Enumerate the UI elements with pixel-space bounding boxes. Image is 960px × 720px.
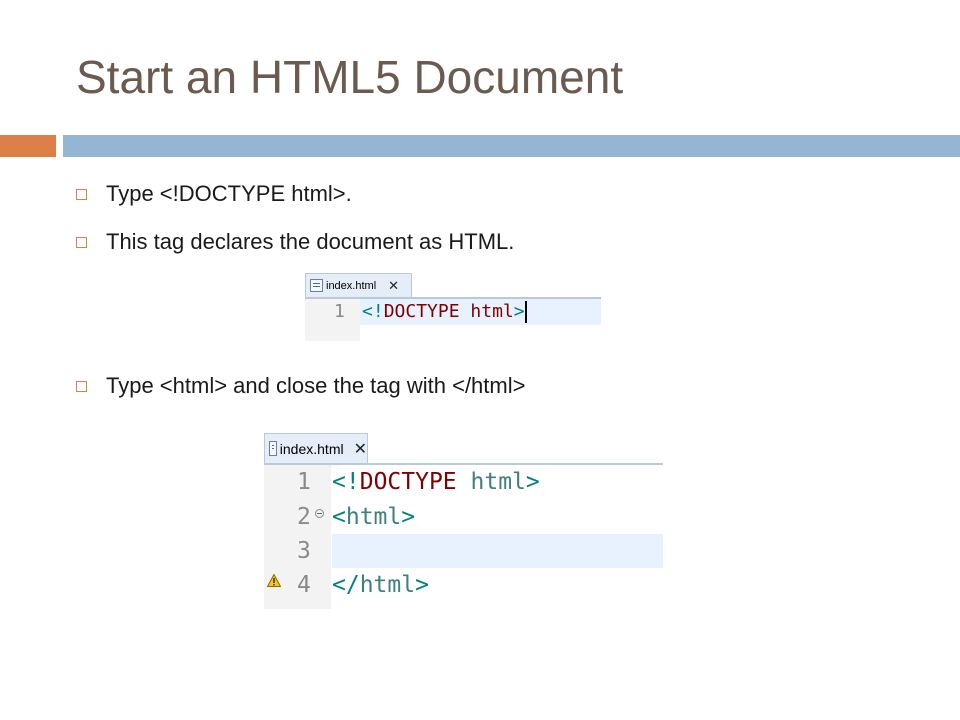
- code-token: >: [525, 469, 540, 495]
- code-token: html: [470, 469, 526, 495]
- bullet-text: Type <html> and close the tag with </htm…: [106, 373, 526, 398]
- close-icon[interactable]: ✕: [354, 439, 367, 459]
- code-token: >: [513, 301, 525, 322]
- code-token: </: [332, 572, 360, 598]
- square-bullet-icon: [76, 188, 87, 200]
- html-file-icon: [310, 279, 323, 292]
- line-number: 1: [334, 301, 345, 322]
- close-icon[interactable]: ✕: [388, 278, 399, 294]
- code-token: >: [415, 572, 429, 598]
- code-line[interactable]: </html>: [332, 568, 663, 602]
- square-bullet-icon: [76, 380, 87, 392]
- code-token: !: [345, 469, 360, 495]
- code-line[interactable]: <html>: [332, 500, 663, 534]
- line-number-gutter: [305, 299, 360, 341]
- warning-icon: [267, 574, 281, 587]
- tab-label: index.html: [279, 440, 344, 457]
- code-token: >: [401, 504, 416, 530]
- code-line[interactable]: <!DOCTYPE html>: [360, 299, 601, 325]
- code-token: !: [372, 301, 384, 322]
- line-number: 3: [297, 538, 311, 564]
- code-editor-screenshot-1: index.html ✕ 1 <!DOCTYPE html>: [305, 273, 601, 341]
- line-number: 1: [297, 469, 311, 495]
- tab-label: index.html: [326, 279, 377, 292]
- code-editor-screenshot-2: index.html ✕ 1 2 3 4 <!DOCTYPE html> <ht…: [264, 433, 663, 609]
- bullet-text: This tag declares the document as HTML.: [106, 229, 515, 254]
- line-number: 4: [297, 572, 311, 598]
- editor-tab-index-html[interactable]: index.html ✕: [264, 433, 368, 463]
- bullet-item: Type <!DOCTYPE html>.: [76, 181, 352, 207]
- collapse-fold-icon[interactable]: [315, 509, 324, 518]
- editor-tab-strip: index.html ✕: [305, 273, 601, 299]
- code-token: <: [362, 301, 373, 322]
- html-file-icon: [269, 441, 277, 456]
- bullet-item: This tag declares the document as HTML.: [76, 229, 514, 255]
- code-token: <: [332, 504, 346, 530]
- editor-tab-index-html[interactable]: index.html ✕: [305, 273, 412, 297]
- code-token: html: [359, 572, 416, 598]
- code-line[interactable]: [332, 534, 663, 568]
- code-line[interactable]: <!DOCTYPE html>: [332, 465, 663, 499]
- line-number: 2: [297, 504, 311, 530]
- code-token: html: [345, 504, 402, 530]
- editor-tab-strip: index.html ✕: [264, 433, 663, 465]
- slide-title: Start an HTML5 Document: [76, 51, 624, 103]
- code-token: DOCTYPE: [359, 469, 457, 495]
- code-token: DOCTYPE: [383, 301, 460, 322]
- bullet-text: Type <!DOCTYPE html>.: [106, 181, 352, 206]
- bullet-item: Type <html> and close the tag with </htm…: [76, 373, 525, 399]
- title-accent-bar-blue: [63, 135, 960, 157]
- title-accent-bar-orange: [0, 135, 56, 157]
- square-bullet-icon: [76, 236, 87, 248]
- code-token: html: [470, 301, 514, 322]
- code-token: <: [332, 469, 346, 495]
- text-cursor: [524, 301, 527, 323]
